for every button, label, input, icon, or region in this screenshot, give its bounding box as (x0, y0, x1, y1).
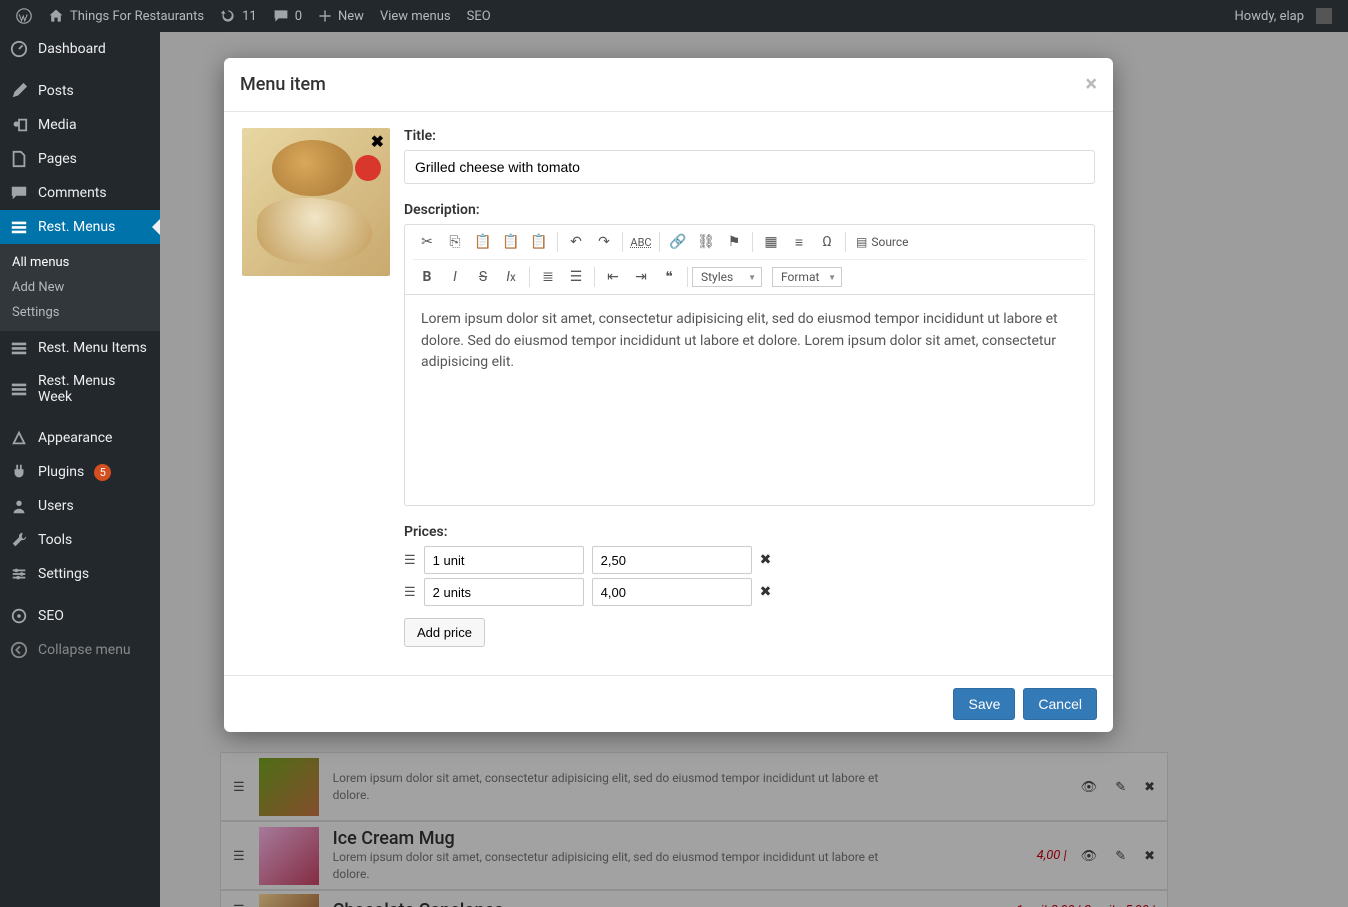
menu-settings[interactable]: Settings (0, 557, 160, 591)
numbered-list-icon[interactable]: ≣ (534, 264, 562, 290)
menu-posts[interactable]: Posts (0, 74, 160, 108)
menu-seo[interactable]: SEO (0, 599, 160, 633)
hr-icon[interactable]: ≡ (785, 229, 813, 255)
removeformat-icon[interactable]: Ix (497, 264, 525, 290)
modal-title: Menu item (240, 74, 326, 95)
account-link[interactable]: Howdy, elap (1227, 0, 1340, 32)
specialchar-icon[interactable]: Ω (813, 229, 841, 255)
updates-count: 11 (242, 9, 257, 24)
submenu-all-menus[interactable]: All menus (0, 250, 160, 275)
menu-dashboard[interactable]: Dashboard (0, 32, 160, 66)
rich-text-editor: ✂ ⎘ 📋 📋 📋 ↶ ↷ ABC 🔗 ⛓ (404, 224, 1095, 506)
bold-icon[interactable]: B (413, 264, 441, 290)
copy-icon[interactable]: ⎘ (441, 229, 469, 255)
submenu-settings[interactable]: Settings (0, 300, 160, 325)
drag-handle-icon[interactable]: ☰ (404, 584, 416, 600)
modal-footer: Save Cancel (224, 675, 1113, 732)
remove-image-icon[interactable]: ✖ (371, 132, 384, 151)
comments-link[interactable]: 0 (265, 0, 310, 32)
item-image[interactable] (242, 128, 390, 276)
cancel-button[interactable]: Cancel (1023, 688, 1097, 720)
blockquote-icon[interactable]: ❝ (655, 264, 683, 290)
seo-link[interactable]: SEO (459, 0, 499, 32)
title-input[interactable] (404, 150, 1095, 184)
submenu-rest-menus: All menus Add New Settings (0, 244, 160, 331)
price-row: ☰ ✖ (404, 578, 1095, 606)
styles-dropdown[interactable]: Styles (692, 267, 762, 287)
site-name: Things For Restaurants (70, 9, 204, 24)
modal-header: Menu item × (224, 58, 1113, 112)
indent-icon[interactable]: ⇥ (627, 264, 655, 290)
new-label: New (338, 9, 364, 24)
outdent-icon[interactable]: ⇤ (599, 264, 627, 290)
paste-word-icon[interactable]: 📋 (525, 229, 553, 255)
menu-appearance[interactable]: Appearance (0, 421, 160, 455)
admin-bar: Things For Restaurants 11 0 New View men… (0, 0, 1348, 32)
title-label: Title: (404, 128, 1095, 144)
price-row: ☰ ✖ (404, 546, 1095, 574)
table-icon[interactable]: ▦ (757, 229, 785, 255)
anchor-icon[interactable]: ⚑ (720, 229, 748, 255)
link-icon[interactable]: 🔗 (664, 229, 692, 255)
menu-pages[interactable]: Pages (0, 142, 160, 176)
content-area: ☰ Lorem ipsum dolor sit amet, consectetu… (160, 32, 1348, 907)
save-button[interactable]: Save (953, 688, 1015, 720)
editor-content[interactable]: Lorem ipsum dolor sit amet, consectetur … (405, 295, 1094, 505)
bullet-list-icon[interactable]: ☰ (562, 264, 590, 290)
cut-icon[interactable]: ✂ (413, 229, 441, 255)
source-button[interactable]: ▤ Source (850, 235, 915, 249)
view-menus-link[interactable]: View menus (372, 0, 459, 32)
menu-plugins[interactable]: Plugins 5 (0, 455, 160, 489)
plugins-count-badge: 5 (94, 464, 111, 481)
drag-handle-icon[interactable]: ☰ (404, 552, 416, 568)
italic-icon[interactable]: I (441, 264, 469, 290)
new-content-link[interactable]: New (310, 0, 372, 32)
menu-rest-menus[interactable]: Rest. Menus (0, 210, 160, 244)
howdy-text: Howdy, elap (1235, 9, 1304, 24)
menu-media[interactable]: Media (0, 108, 160, 142)
price-label-input[interactable] (424, 578, 584, 606)
avatar (1316, 8, 1332, 24)
prices-label: Prices: (404, 524, 1095, 540)
paste-icon[interactable]: 📋 (469, 229, 497, 255)
unlink-icon[interactable]: ⛓ (692, 229, 720, 255)
spellcheck-icon[interactable]: ABC (627, 229, 655, 255)
undo-icon[interactable]: ↶ (562, 229, 590, 255)
remove-price-icon[interactable]: ✖ (760, 552, 772, 568)
strike-icon[interactable]: S (469, 264, 497, 290)
wp-logo[interactable] (8, 0, 40, 32)
close-icon[interactable]: × (1085, 72, 1097, 97)
redo-icon[interactable]: ↷ (590, 229, 618, 255)
site-name-link[interactable]: Things For Restaurants (40, 0, 212, 32)
description-label: Description: (404, 202, 1095, 218)
collapse-menu[interactable]: Collapse menu (0, 633, 160, 667)
price-label-input[interactable] (424, 546, 584, 574)
price-amount-input[interactable] (592, 546, 752, 574)
price-amount-input[interactable] (592, 578, 752, 606)
admin-sidebar: Dashboard Posts Media Pages Comments Res… (0, 32, 160, 907)
menu-rest-menus-week[interactable]: Rest. Menus Week (0, 365, 160, 413)
paste-text-icon[interactable]: 📋 (497, 229, 525, 255)
menu-tools[interactable]: Tools (0, 523, 160, 557)
add-price-button[interactable]: Add price (404, 618, 485, 647)
menu-rest-menu-items[interactable]: Rest. Menu Items (0, 331, 160, 365)
updates-link[interactable]: 11 (212, 0, 265, 32)
comments-count: 0 (295, 9, 302, 24)
remove-price-icon[interactable]: ✖ (760, 584, 772, 600)
menu-comments[interactable]: Comments (0, 176, 160, 210)
menu-item-modal: Menu item × ✖ Title: Description: ✂ ⎘ (224, 58, 1113, 732)
submenu-add-new[interactable]: Add New (0, 275, 160, 300)
source-icon: ▤ (856, 235, 867, 249)
format-dropdown[interactable]: Format (772, 267, 842, 287)
menu-users[interactable]: Users (0, 489, 160, 523)
